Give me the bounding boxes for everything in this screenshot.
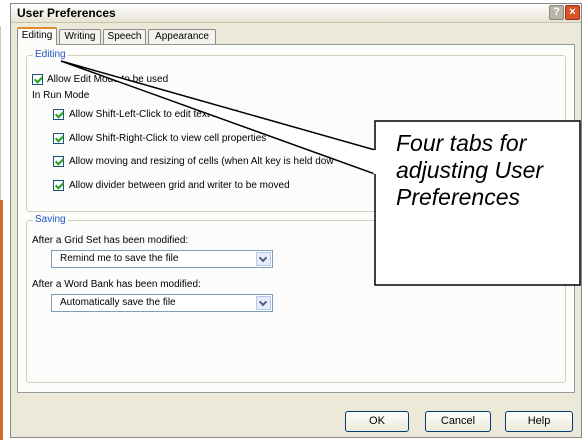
callout-text: Four tabs for adjusting User Preferences <box>396 130 544 210</box>
callout-box <box>60 60 581 286</box>
tab-editing[interactable]: Editing <box>17 27 57 45</box>
